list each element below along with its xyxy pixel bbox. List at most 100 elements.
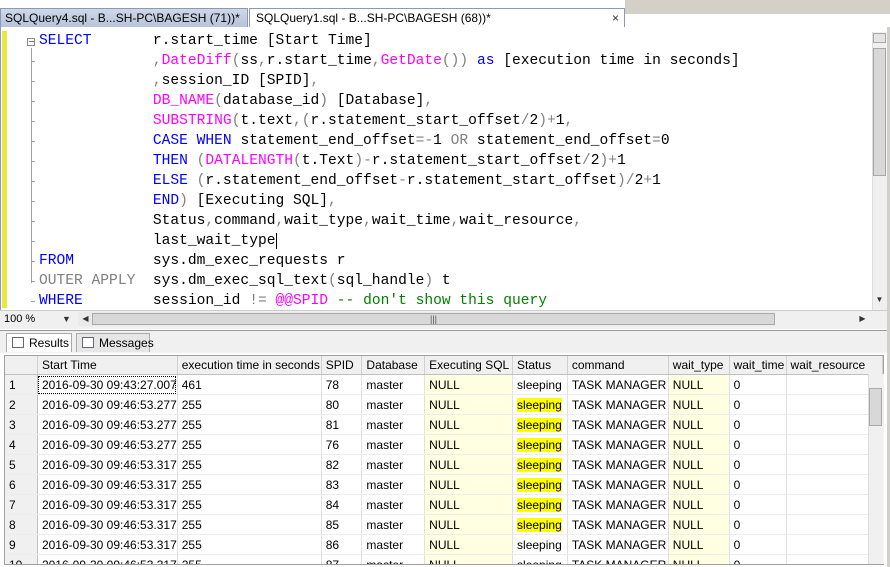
row-number[interactable]: 7 bbox=[5, 494, 38, 515]
row-number[interactable]: 3 bbox=[5, 414, 38, 435]
table-row[interactable]: 3 2016-09-30 09:46:53.277 255 81 master NULL s… bbox=[5, 414, 883, 435]
table-cell[interactable]: 0 bbox=[729, 454, 787, 475]
table-cell[interactable]: master bbox=[361, 514, 426, 535]
table-cell[interactable]: 255 bbox=[177, 534, 322, 555]
scroll-left-icon[interactable]: ◀ bbox=[78, 311, 93, 326]
code-line[interactable]: FROM sys.dm_exec_requests r bbox=[39, 251, 740, 271]
table-cell[interactable]: NULL bbox=[424, 554, 514, 564]
table-cell[interactable]: 2016-09-30 09:46:53.317 bbox=[37, 554, 178, 564]
column-header[interactable] bbox=[5, 356, 38, 375]
table-cell[interactable]: NULL bbox=[668, 374, 730, 395]
table-cell[interactable]: master bbox=[361, 394, 426, 415]
table-cell[interactable]: 81 bbox=[321, 414, 363, 435]
table-cell[interactable]: sleeping bbox=[512, 414, 568, 435]
scroll-up-icon[interactable] bbox=[872, 33, 887, 48]
results-grid[interactable]: Start Time execution time in seconds SPID D… bbox=[4, 355, 884, 565]
table-cell[interactable]: 0 bbox=[729, 474, 787, 495]
table-cell[interactable]: NULL bbox=[424, 414, 514, 435]
table-cell[interactable]: NULL bbox=[668, 514, 730, 535]
table-cell[interactable]: NULL bbox=[424, 454, 514, 475]
tab-sqlquery1[interactable]: SQLQuery1.sql - B...SH-PC\BAGESH (68))* × bbox=[249, 8, 625, 27]
table-cell[interactable]: sleeping bbox=[512, 454, 568, 475]
table-cell[interactable]: 0 bbox=[729, 514, 787, 535]
row-number[interactable]: 6 bbox=[5, 474, 38, 495]
table-cell[interactable]: master bbox=[361, 474, 426, 495]
table-cell[interactable]: sleeping bbox=[512, 534, 568, 555]
table-cell[interactable]: 87 bbox=[321, 554, 363, 564]
table-cell[interactable]: 0 bbox=[729, 534, 787, 555]
table-cell[interactable]: TASK MANAGER bbox=[567, 534, 669, 555]
column-header[interactable]: wait_type bbox=[668, 356, 730, 375]
column-header[interactable]: Database bbox=[361, 356, 426, 375]
table-cell[interactable]: 255 bbox=[177, 414, 322, 435]
tab-results[interactable]: Results bbox=[6, 333, 72, 352]
table-cell[interactable]: master bbox=[361, 414, 426, 435]
table-cell[interactable]: master bbox=[361, 374, 426, 395]
table-row[interactable]: 6 2016-09-30 09:46:53.317 255 83 master NULL s… bbox=[5, 474, 883, 495]
column-header[interactable]: Start Time bbox=[37, 356, 178, 375]
table-cell[interactable]: 0 bbox=[729, 414, 787, 435]
scroll-down-icon[interactable]: ▼ bbox=[872, 292, 887, 307]
code-line[interactable]: END) [Executing SQL], bbox=[39, 191, 740, 211]
table-cell[interactable]: NULL bbox=[424, 434, 514, 455]
column-header[interactable]: Executing SQL bbox=[424, 356, 514, 375]
code-line[interactable]: SELECT r.start_time [Start Time] bbox=[39, 31, 740, 51]
table-cell[interactable]: 83 bbox=[321, 474, 363, 495]
table-cell[interactable]: 2016-09-30 09:46:53.277 bbox=[37, 394, 178, 415]
table-cell[interactable]: sleeping bbox=[512, 394, 568, 415]
code-line[interactable]: Status,command,wait_type,wait_time,wait_… bbox=[39, 211, 740, 231]
code-line[interactable]: ,session_ID [SPID], bbox=[39, 71, 740, 91]
collapse-icon[interactable]: − bbox=[27, 38, 35, 46]
table-cell[interactable]: 2016-09-30 09:46:53.317 bbox=[37, 454, 178, 475]
row-number[interactable]: 9 bbox=[5, 534, 38, 555]
row-number[interactable]: 2 bbox=[5, 394, 38, 415]
code-line[interactable]: last_wait_type bbox=[39, 231, 740, 251]
sql-code[interactable]: SELECT r.start_time [Start Time] ,DateDi… bbox=[39, 31, 740, 311]
row-number[interactable]: 1 bbox=[5, 374, 38, 395]
table-row[interactable]: 10 2016-09-30 09:46:53.317 255 87 master NULL… bbox=[5, 554, 883, 564]
table-cell[interactable]: sleeping bbox=[512, 554, 568, 564]
table-row[interactable]: 5 2016-09-30 09:46:53.317 255 82 master NULL s… bbox=[5, 454, 883, 475]
code-line[interactable]: OUTER APPLY sys.dm_exec_sql_text(sql_han… bbox=[39, 271, 740, 291]
table-cell[interactable]: 0 bbox=[729, 434, 787, 455]
column-header[interactable]: wait_resource bbox=[786, 356, 883, 375]
table-cell[interactable]: TASK MANAGER bbox=[567, 494, 669, 515]
code-line[interactable]: DB_NAME(database_id) [Database], bbox=[39, 91, 740, 111]
column-header[interactable]: SPID bbox=[321, 356, 363, 375]
table-cell[interactable]: NULL bbox=[424, 374, 514, 395]
grid-scroll-up-icon[interactable] bbox=[868, 374, 883, 389]
table-cell[interactable]: NULL bbox=[424, 474, 514, 495]
table-cell[interactable]: NULL bbox=[424, 494, 514, 515]
table-cell[interactable]: 255 bbox=[177, 554, 322, 564]
table-cell[interactable]: 0 bbox=[729, 374, 787, 395]
table-cell[interactable]: NULL bbox=[668, 434, 730, 455]
table-cell[interactable]: 2016-09-30 09:46:53.317 bbox=[37, 514, 178, 535]
table-cell[interactable]: 255 bbox=[177, 514, 322, 535]
table-cell[interactable]: NULL bbox=[668, 534, 730, 555]
table-cell[interactable]: 0 bbox=[729, 494, 787, 515]
scroll-right-icon[interactable]: ▶ bbox=[855, 311, 870, 326]
table-cell[interactable]: 2016-09-30 09:46:53.317 bbox=[37, 494, 178, 515]
table-cell[interactable]: 255 bbox=[177, 474, 322, 495]
code-line[interactable]: ELSE (r.statement_end_offset-r.statement… bbox=[39, 171, 740, 191]
table-cell[interactable]: master bbox=[361, 554, 426, 564]
table-cell[interactable]: TASK MANAGER bbox=[567, 394, 669, 415]
close-tab-icon[interactable]: × bbox=[612, 9, 619, 27]
table-cell[interactable]: sleeping bbox=[512, 374, 568, 395]
table-cell[interactable]: TASK MANAGER bbox=[567, 434, 669, 455]
column-header[interactable]: wait_time bbox=[729, 356, 787, 375]
row-number[interactable]: 8 bbox=[5, 514, 38, 535]
table-cell[interactable]: NULL bbox=[424, 534, 514, 555]
table-cell[interactable]: master bbox=[361, 454, 426, 475]
editor-scroll-thumb[interactable] bbox=[873, 48, 886, 176]
table-cell[interactable]: 2016-09-30 09:43:27.007 bbox=[37, 374, 178, 395]
table-cell[interactable]: NULL bbox=[668, 474, 730, 495]
row-number[interactable]: 4 bbox=[5, 434, 38, 455]
row-number[interactable]: 10 bbox=[5, 554, 38, 564]
table-cell[interactable]: 255 bbox=[177, 394, 322, 415]
table-cell[interactable]: TASK MANAGER bbox=[567, 474, 669, 495]
table-cell[interactable]: NULL bbox=[668, 454, 730, 475]
table-cell[interactable]: master bbox=[361, 494, 426, 515]
table-cell[interactable]: 2016-09-30 09:46:53.317 bbox=[37, 474, 178, 495]
table-row[interactable]: 9 2016-09-30 09:46:53.317 255 86 master NULL s… bbox=[5, 534, 883, 555]
